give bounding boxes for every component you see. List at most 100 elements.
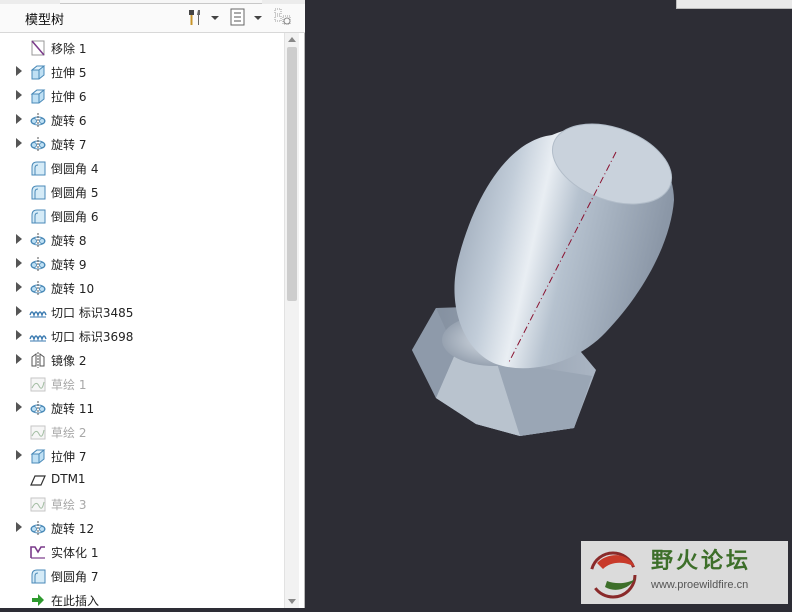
tree-item[interactable]: 旋转 11 xyxy=(8,396,284,420)
tree-item[interactable]: 实体化 1 xyxy=(8,540,284,564)
expand-arrow-icon[interactable] xyxy=(16,354,22,364)
tree-item-label: 草绘 1 xyxy=(51,378,87,392)
tree-item[interactable]: 倒圆角 4 xyxy=(8,156,284,180)
expand-arrow-icon[interactable] xyxy=(16,282,22,292)
tree-item-label: 在此插入 xyxy=(51,594,100,608)
insert-here-arrow-icon xyxy=(29,591,47,608)
tree-settings-dropdown-arrow[interactable] xyxy=(207,7,223,27)
tree-item-label: 倒圆角 4 xyxy=(51,162,99,176)
cosmetic-thread-icon xyxy=(29,327,47,345)
revolve-icon xyxy=(29,135,47,153)
model-tree-list: 移除 1 拉伸 5 拉伸 6 旋转 6 旋转 7 倒圆角 4 倒圆角 5 倒圆角 6 旋转 8 旋… xyxy=(8,36,284,608)
model-tree-header: 模型树 xyxy=(0,4,305,33)
tree-item[interactable]: 在此插入 xyxy=(8,588,284,608)
revolve-icon xyxy=(29,255,47,273)
revolve-icon xyxy=(29,279,47,297)
revolve-icon xyxy=(29,111,47,129)
expand-arrow-icon[interactable] xyxy=(16,522,22,532)
tree-item-label: DTM1 xyxy=(51,472,86,486)
tree-item[interactable]: 拉伸 5 xyxy=(8,60,284,84)
remove-feature-icon xyxy=(29,39,47,57)
expand-arrow-icon[interactable] xyxy=(16,450,22,460)
watermark-title: 野火论坛 xyxy=(651,549,752,574)
sketch-icon xyxy=(29,495,47,513)
extrude-icon xyxy=(29,63,47,81)
show-dropdown-arrow[interactable] xyxy=(250,7,266,27)
revolve-icon xyxy=(29,519,47,537)
nut-barrel-3d-model[interactable] xyxy=(306,0,792,608)
sketch-icon xyxy=(29,423,47,441)
expand-arrow-icon[interactable] xyxy=(16,306,22,316)
expand-arrow-icon[interactable] xyxy=(16,258,22,268)
tree-item[interactable]: 旋转 7 xyxy=(8,132,284,156)
expand-arrow-icon[interactable] xyxy=(16,138,22,148)
round-icon xyxy=(29,183,47,201)
tree-item[interactable]: DTM1 xyxy=(8,468,284,492)
view-toolbar-corner xyxy=(676,0,792,9)
forum-watermark: 野火论坛 www.proewildfire.cn xyxy=(581,541,788,604)
datum-plane-icon xyxy=(29,471,47,489)
tree-item-label: 倒圆角 5 xyxy=(51,186,99,200)
tree-item[interactable]: 镜像 2 xyxy=(8,348,284,372)
tree-settings-tools-icon[interactable] xyxy=(185,7,207,27)
round-icon xyxy=(29,207,47,225)
tree-item-label: 旋转 11 xyxy=(51,402,95,416)
model-tree-panel: 模型树 移除 1 拉伸 5 拉伸 6 旋转 6 旋转 7 倒圆角 4 倒圆角 5… xyxy=(0,0,305,608)
cosmetic-thread-icon xyxy=(29,303,47,321)
tree-item-label: 移除 1 xyxy=(51,42,87,56)
expand-arrow-icon[interactable] xyxy=(16,330,22,340)
tree-item-label: 切口 标识3485 xyxy=(51,306,134,320)
revolve-icon xyxy=(29,399,47,417)
scrollbar-thumb[interactable] xyxy=(287,47,297,301)
scroll-down-arrow-icon[interactable] xyxy=(288,599,296,604)
extrude-icon xyxy=(29,87,47,105)
tree-item-label: 切口 标识3698 xyxy=(51,330,134,344)
tree-item[interactable]: 草绘 2 xyxy=(8,420,284,444)
scroll-up-arrow-icon[interactable] xyxy=(288,37,296,42)
tree-scrollbar[interactable] xyxy=(284,33,299,608)
tree-item-label: 草绘 3 xyxy=(51,498,87,512)
tree-item-label: 拉伸 7 xyxy=(51,450,87,464)
tree-item[interactable]: 切口 标识3698 xyxy=(8,324,284,348)
panel-title: 模型树 xyxy=(25,13,65,28)
tree-item-label: 旋转 6 xyxy=(51,114,87,128)
tree-item[interactable]: 旋转 10 xyxy=(8,276,284,300)
tree-item-label: 旋转 12 xyxy=(51,522,95,536)
expand-arrow-icon[interactable] xyxy=(16,90,22,100)
forum-logo-icon xyxy=(589,551,637,599)
tree-item[interactable]: 移除 1 xyxy=(8,36,284,60)
tree-item-label: 倒圆角 7 xyxy=(51,570,99,584)
tree-item-label: 旋转 8 xyxy=(51,234,87,248)
tree-item-label: 旋转 9 xyxy=(51,258,87,272)
tree-item[interactable]: 倒圆角 5 xyxy=(8,180,284,204)
tree-item[interactable]: 倒圆角 7 xyxy=(8,564,284,588)
tree-item[interactable]: 旋转 9 xyxy=(8,252,284,276)
tree-item[interactable]: 拉伸 7 xyxy=(8,444,284,468)
tree-item-label: 镜像 2 xyxy=(51,354,87,368)
tree-item-label: 拉伸 6 xyxy=(51,90,87,104)
tree-item-label: 旋转 10 xyxy=(51,282,95,296)
revolve-icon xyxy=(29,231,47,249)
round-icon xyxy=(29,567,47,585)
expand-arrow-icon[interactable] xyxy=(16,234,22,244)
graphics-viewport[interactable] xyxy=(306,0,792,608)
mirror-icon xyxy=(29,351,47,369)
tree-item[interactable]: 旋转 8 xyxy=(8,228,284,252)
tree-item-label: 草绘 2 xyxy=(51,426,87,440)
tree-item[interactable]: 倒圆角 6 xyxy=(8,204,284,228)
tree-columns-icon[interactable] xyxy=(272,7,294,27)
extrude-icon xyxy=(29,447,47,465)
tree-item[interactable]: 旋转 6 xyxy=(8,108,284,132)
tree-item[interactable]: 草绘 1 xyxy=(8,372,284,396)
tree-item[interactable]: 切口 标识3485 xyxy=(8,300,284,324)
tree-item[interactable]: 拉伸 6 xyxy=(8,84,284,108)
show-filter-list-icon[interactable] xyxy=(228,7,250,27)
round-icon xyxy=(29,159,47,177)
expand-arrow-icon[interactable] xyxy=(16,114,22,124)
expand-arrow-icon[interactable] xyxy=(16,402,22,412)
tree-item[interactable]: 旋转 12 xyxy=(8,516,284,540)
tree-item[interactable]: 草绘 3 xyxy=(8,492,284,516)
tree-item-label: 旋转 7 xyxy=(51,138,87,152)
expand-arrow-icon[interactable] xyxy=(16,66,22,76)
tree-item-label: 拉伸 5 xyxy=(51,66,87,80)
